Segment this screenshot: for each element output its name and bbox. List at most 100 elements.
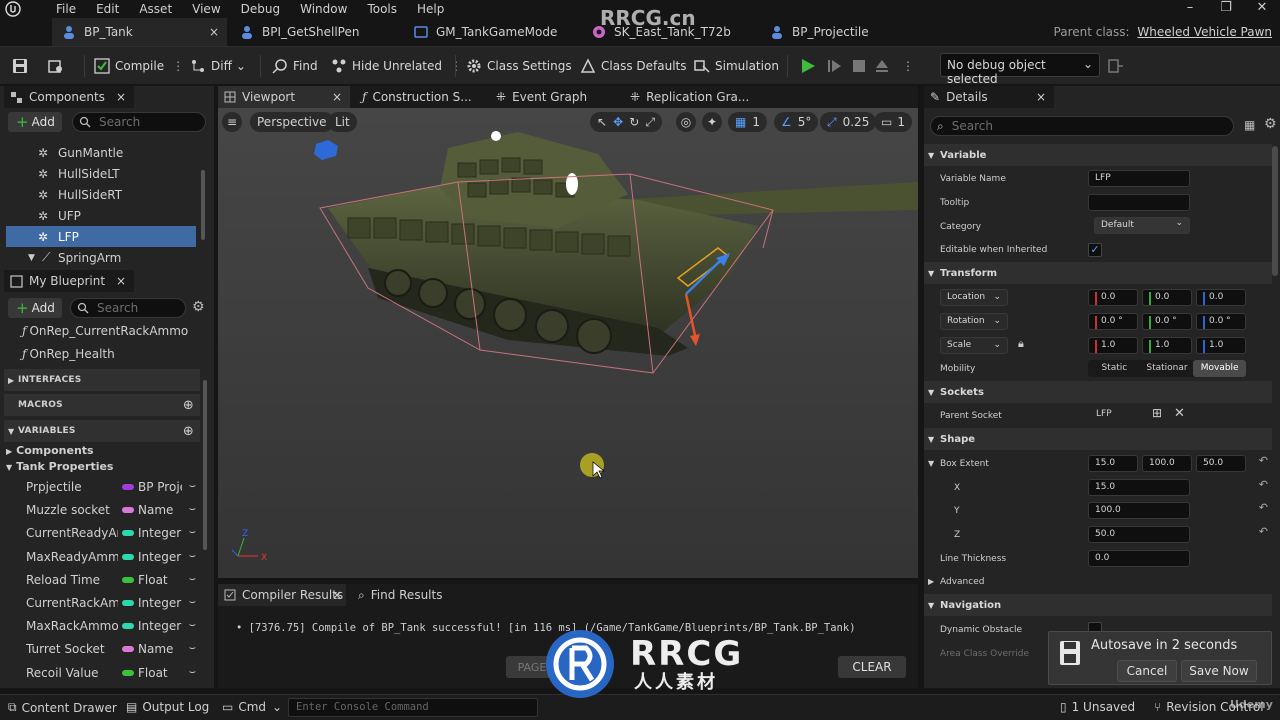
box-extent-z-input[interactable]: 50.0 [1088,526,1190,543]
close-tab-icon[interactable]: × [332,588,342,602]
group-components[interactable]: ▶ Components [6,444,94,457]
clear-socket-icon[interactable]: ✕ [1174,406,1185,421]
eject-button[interactable] [874,56,895,76]
scale-snap-toggle[interactable]: ⤢ 0.25 [820,112,877,132]
rotation-x[interactable]: 0.0 ° [1088,313,1138,330]
variable-type[interactable]: BP Proje [122,480,182,494]
visibility-eye-icon[interactable]: ⌣ [189,665,196,679]
visibility-eye-icon[interactable]: ⌣ [189,549,196,563]
reset-arrow-icon[interactable]: ↶ [1259,478,1268,491]
variable-type[interactable]: Integer [122,596,182,610]
save-icon[interactable] [12,56,33,76]
category-select[interactable]: Default ⌄ [1094,217,1190,234]
rotation-mode-select[interactable]: Rotation ⌄ [940,313,1008,330]
details-scrollbar[interactable] [1272,146,1278,276]
table-view-icon[interactable]: ▦ [1244,118,1255,132]
rotation-y[interactable]: 0.0 ° [1142,313,1192,330]
close-panel-icon[interactable]: × [1036,90,1046,104]
variable-row[interactable]: MaxReadyAmmo Integer ⌣ [4,546,200,569]
expand-arrow-icon[interactable]: ▼ [28,253,35,263]
components-scrollbar[interactable] [201,170,205,240]
add-component-button[interactable]: + Add [8,112,62,132]
component-item[interactable]: ✲ UFP [6,205,196,226]
gear-icon[interactable]: ⚙ [192,299,205,315]
menu-asset[interactable]: Asset [129,0,182,18]
variable-row[interactable]: Reload Time Float ⌣ [4,569,200,592]
more-options-icon[interactable]: ⋮ [172,59,184,73]
location-z[interactable]: 0.0 [1196,289,1246,306]
variable-type[interactable]: Float [122,573,182,587]
editable-checkbox[interactable]: ✓ [1088,243,1102,257]
section-sockets[interactable]: ▼ Sockets [924,381,1272,403]
box-extent-x[interactable]: 15.0 [1088,455,1138,472]
line-thickness-input[interactable]: 0.0 [1088,550,1190,567]
function-item[interactable]: ƒ OnRep_Health [22,347,115,361]
mobility-stationary[interactable]: Stationar [1141,360,1194,377]
tab-details[interactable]: ✎ Details × [924,86,1054,108]
box-extent-z[interactable]: 50.0 [1196,455,1246,472]
tab-viewport[interactable]: Viewport × [218,86,350,108]
perspective-button[interactable]: Perspective [250,112,334,132]
menu-view[interactable]: View [182,0,230,18]
browse-socket-icon[interactable]: ⊞ [1152,406,1162,420]
scale-mode-select[interactable]: Scale ⌄ [940,337,1008,354]
component-item-selected[interactable]: ✲ LFP [6,226,196,247]
variable-type[interactable]: Integer [122,619,182,633]
close-window-icon[interactable]: ✕ [1244,0,1280,16]
reset-arrow-icon[interactable]: ↶ [1259,525,1268,538]
tab-my-blueprint[interactable]: My Blueprint × [4,270,134,292]
autosave-cancel-button[interactable]: Cancel [1117,660,1177,682]
more-options-icon[interactable]: ⋮ [902,56,914,76]
variable-name-input[interactable]: LFP [1088,170,1190,187]
my-blueprint-search-input[interactable]: Search [70,298,186,318]
visibility-eye-icon[interactable]: ⌣ [189,641,196,655]
tooltip-input[interactable] [1088,194,1190,211]
variable-row[interactable]: CurrentReadyAm Integer ⌣ [4,522,200,545]
add-circle-icon[interactable]: ⊕ [183,398,194,413]
tab-find-results[interactable]: ⌕ Find Results [352,584,462,606]
rotation-z[interactable]: 0.0 ° [1196,313,1246,330]
variable-type[interactable]: Integer [122,526,182,540]
tab-event-graph[interactable]: ⁜ Event Graph [490,86,620,108]
menu-help[interactable]: Help [407,0,454,18]
tab-bp-projectile[interactable]: BP_Projectile [770,18,869,46]
scale-icon[interactable]: ⤢ [645,115,655,130]
variable-type[interactable]: Integer [122,550,182,564]
section-shape[interactable]: ▼ Shape [924,428,1272,450]
content-drawer-button[interactable]: ⧉ Content Drawer [8,700,117,715]
variable-row[interactable]: Prpjectile BP Proje ⌣ [4,476,200,499]
grid-snap-toggle[interactable]: ▦ 1 [728,112,767,132]
find-button[interactable]: Find [272,56,318,76]
location-x[interactable]: 0.0 [1088,289,1138,306]
box-extent-y-input[interactable]: 100.0 [1088,502,1190,519]
tab-replication-graph[interactable]: ⁜ Replication Gra... [624,86,754,108]
rotation-snap-toggle[interactable]: ∠ 5° [774,112,819,132]
surface-snap-icon[interactable]: ✦ [702,112,722,132]
close-tab-icon[interactable]: × [332,90,342,104]
advanced-toggle[interactable]: ▶ Advanced [928,577,984,587]
console-input[interactable]: Enter Console Command [288,698,538,717]
clear-button[interactable]: CLEAR [838,656,906,678]
world-local-icon[interactable]: ◎ [676,112,696,132]
component-item[interactable]: ✲ HullSideLT [6,163,196,184]
visibility-eye-icon[interactable]: ⌣ [189,572,196,586]
output-log-button[interactable]: ▤ Output Log [126,700,209,714]
debug-object-select[interactable]: No debug object selected ⌄ [940,53,1100,86]
components-search-input[interactable]: Search [72,112,206,132]
lit-button[interactable]: Lit [328,112,357,132]
visibility-eye-icon[interactable]: ⌣ [189,595,196,609]
tab-components[interactable]: Components × [4,86,134,108]
close-panel-icon[interactable]: × [116,274,126,288]
tab-gm-tankgamemode[interactable]: GM_TankGameMode [414,18,557,46]
viewport-menu-button[interactable]: ≡ [222,112,242,132]
step-button[interactable] [827,56,848,76]
scale-z[interactable]: 1.0 [1196,337,1246,354]
close-panel-icon[interactable]: × [116,90,126,104]
section-transform[interactable]: ▼ Transform [924,262,1272,284]
more-options-icon[interactable]: ⋮ [450,59,462,73]
section-macros[interactable]: MACROS ⊕ [4,394,200,416]
compile-button[interactable]: Compile ⋮ [94,56,184,76]
box-extent-x-input[interactable]: 15.0 [1088,479,1190,496]
visibility-eye-icon[interactable]: ⌣ [189,525,196,539]
class-settings-button[interactable]: Class Settings [466,56,572,76]
